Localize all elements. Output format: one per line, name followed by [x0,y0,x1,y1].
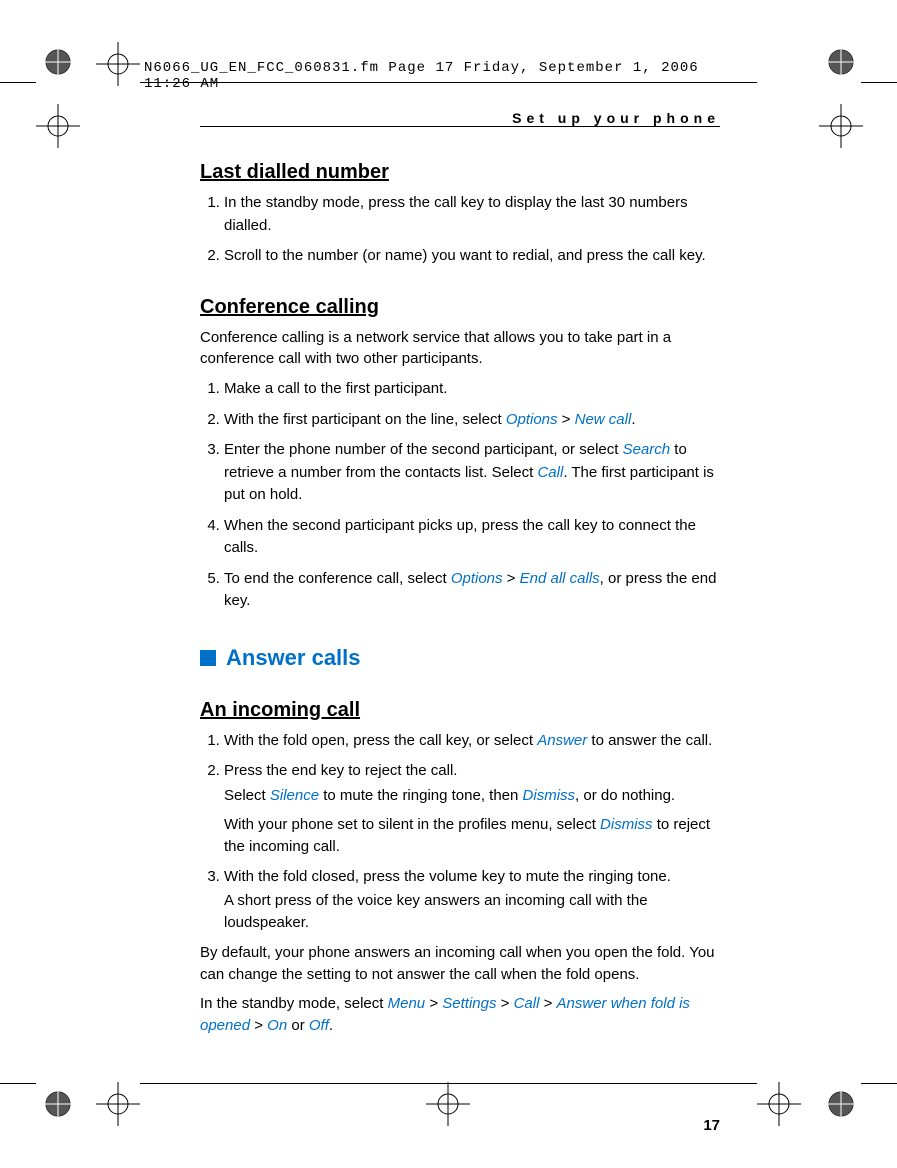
step2-detail-2: With your phone set to silent in the pro… [224,814,720,858]
crop-line-top-left [0,82,36,83]
ui-term-settings: Settings [442,995,496,1012]
list-item: With the fold open, press the call key, … [224,730,720,753]
step3-detail: A short press of the voice key answers a… [224,890,720,934]
heading-conference: Conference calling [200,296,720,319]
ui-term-options: Options [451,570,503,587]
crosshair-right-icon [819,104,863,148]
page-content: Set up your phone Last dialled number In… [200,110,720,1134]
square-bullet-icon [200,650,216,666]
incoming-paragraph-2: In the standby mode, select Menu > Setti… [200,993,720,1037]
crosshair-bottom-1-icon [96,1082,140,1126]
list-item: Make a call to the first participant. [224,378,720,401]
ui-term-options: Options [506,411,558,428]
crop-line-bottom-left [0,1083,36,1084]
list-item: Press the end key to reject the call. Se… [224,760,720,858]
page-number: 17 [200,1117,720,1134]
conference-steps: Make a call to the first participant. Wi… [200,378,720,613]
crosshair-left-icon [36,104,80,148]
running-head: Set up your phone [200,110,720,127]
heading-answer-calls: Answer calls [200,645,720,671]
step2-detail: Select Silence to mute the ringing tone,… [224,785,720,807]
list-item: With the first participant on the line, … [224,409,720,432]
list-item: In the standby mode, press the call key … [224,192,720,237]
crop-registration-bottom-right [821,1084,861,1124]
crosshair-top-icon [96,42,140,86]
list-item: To end the conference call, select Optio… [224,568,720,613]
ui-term-end-all-calls: End all calls [520,570,600,587]
heading-incoming-call: An incoming call [200,699,720,722]
heading-last-dialled: Last dialled number [200,161,720,184]
last-dialled-steps: In the standby mode, press the call key … [200,192,720,268]
conference-intro: Conference calling is a network service … [200,327,720,371]
incoming-steps: With the fold open, press the call key, … [200,730,720,934]
list-item: Enter the phone number of the second par… [224,439,720,507]
document-header-line: N6066_UG_EN_FCC_060831.fm Page 17 Friday… [144,60,729,92]
ui-term-off: Off [309,1017,329,1034]
incoming-paragraph-1: By default, your phone answers an incomi… [200,942,720,986]
ui-term-call: Call [537,464,563,481]
ui-term-call: Call [514,995,540,1012]
crop-registration-top-left [38,42,78,82]
list-item: Scroll to the number (or name) you want … [224,245,720,268]
list-item: With the fold closed, press the volume k… [224,866,720,934]
ui-term-search: Search [623,441,671,458]
crop-registration-top-right [821,42,861,82]
ui-term-on: On [267,1017,287,1034]
ui-term-menu: Menu [388,995,426,1012]
crop-line-top-right [861,82,897,83]
ui-term-silence: Silence [270,787,319,804]
ui-term-dismiss: Dismiss [523,787,576,804]
list-item: When the second participant picks up, pr… [224,515,720,560]
ui-term-new-call: New call [575,411,632,428]
crop-registration-bottom-left [38,1084,78,1124]
crop-line-bottom-right [861,1083,897,1084]
crosshair-bottom-3-icon [757,1082,801,1126]
ui-term-answer: Answer [537,732,587,749]
ui-term-dismiss: Dismiss [600,816,653,833]
answer-calls-label: Answer calls [226,645,361,671]
